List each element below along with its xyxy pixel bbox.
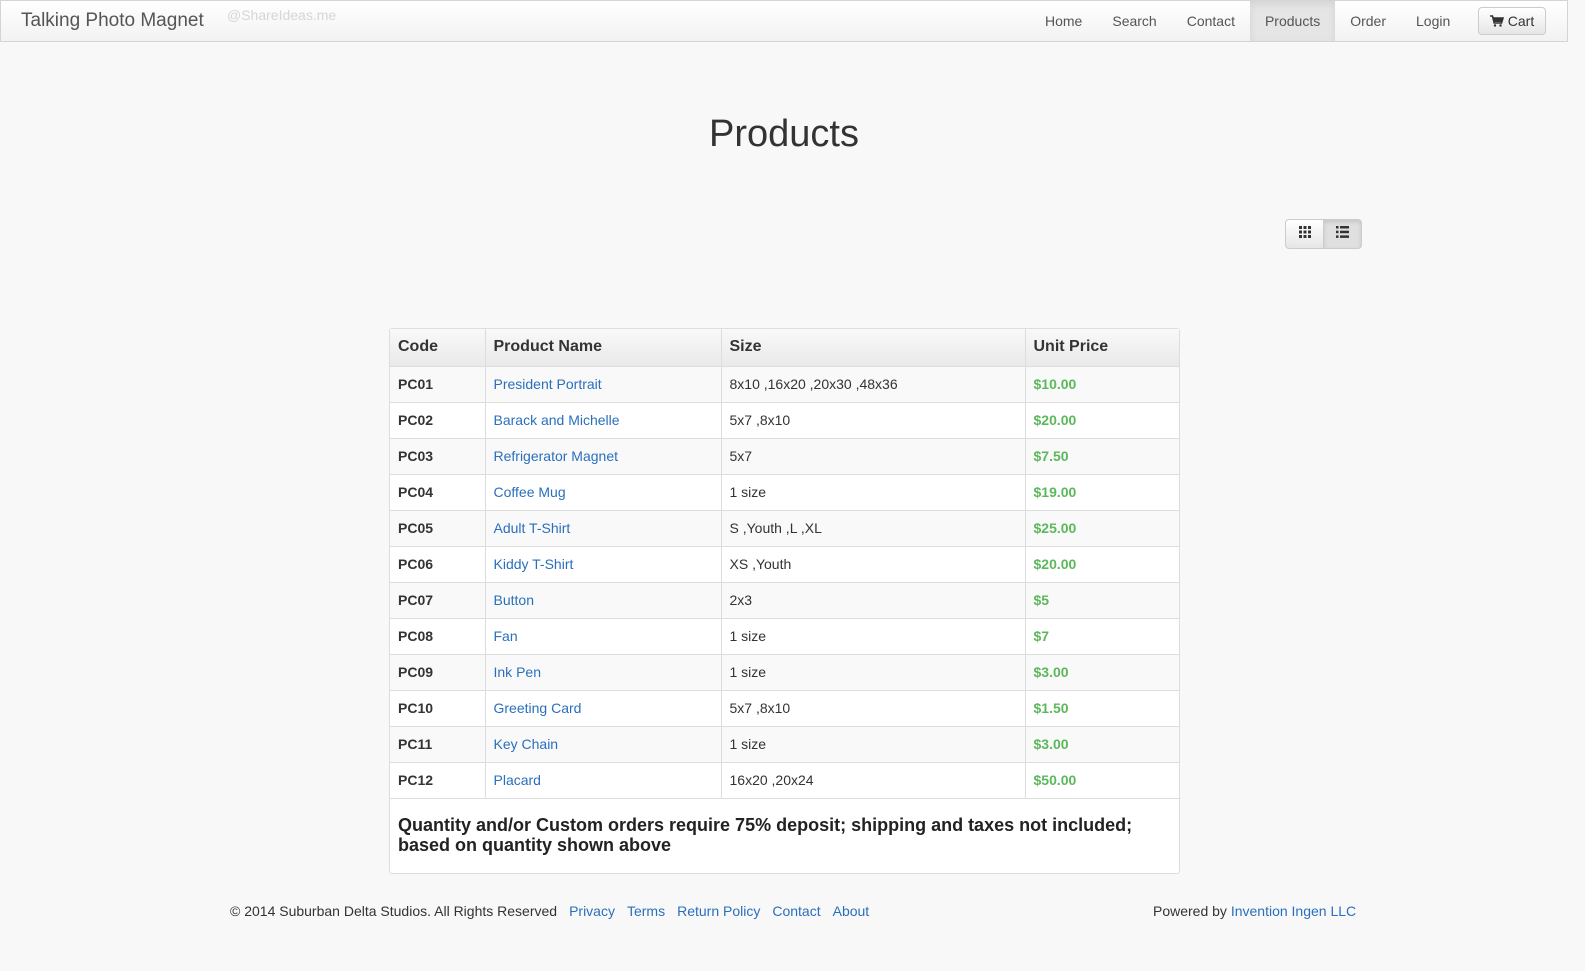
product-code: PC12 [390,761,486,798]
watermark-text: @ShareIdeas.me [227,7,337,23]
product-price: $7.50 [1025,437,1179,474]
table-row: PC06 Kiddy T-Shirt XS ,Youth $20.00 [390,545,1179,582]
product-code: PC11 [390,725,486,762]
nav-item-contact[interactable]: Contact [1172,1,1250,41]
nav-item-home[interactable]: Home [1030,1,1097,41]
list-view-icon [1336,225,1349,243]
product-size: 16x20 ,20x24 [721,761,1026,798]
column-header-product-name: Product Name [485,329,722,366]
column-header-unit-price: Unit Price [1025,329,1179,366]
product-name-link[interactable]: Refrigerator Magnet [485,437,722,474]
brand-title[interactable]: Talking Photo Magnet [21,10,204,32]
product-price: $50.00 [1025,761,1179,798]
powered-by-link[interactable]: Invention Ingen LLC [1231,903,1356,919]
product-name-link[interactable]: Greeting Card [485,689,722,726]
product-code: PC09 [390,653,486,690]
product-size: S ,Youth ,L ,XL [721,509,1026,546]
product-price: $19.00 [1025,473,1179,510]
nav-item-order[interactable]: Order [1335,1,1401,41]
powered-by: Powered by Invention Ingen LLC [1153,903,1356,919]
product-name-link[interactable]: Placard [485,761,722,798]
product-price: $3.00 [1025,725,1179,762]
grid-view-button[interactable] [1285,219,1324,249]
column-header-size: Size [721,329,1026,366]
product-size: 2x3 [721,581,1026,618]
product-name-link[interactable]: Key Chain [485,725,722,762]
main-nav: Home Search Contact Products Order Login [1030,1,1465,41]
nav-item-search[interactable]: Search [1097,1,1171,41]
table-row: PC09 Ink Pen 1 size $3.00 [390,653,1179,690]
product-code: PC02 [390,401,486,438]
product-price: $25.00 [1025,509,1179,546]
product-size: 5x7 ,8x10 [721,689,1026,726]
table-row: PC02 Barack and Michelle 5x7 ,8x10 $20.0… [390,401,1179,438]
footer-link-terms[interactable]: Terms [627,903,665,919]
product-size: 1 size [721,725,1026,762]
product-size: 1 size [721,617,1026,654]
product-code: PC06 [390,545,486,582]
nav-item-login[interactable]: Login [1401,1,1465,41]
product-price: $7 [1025,617,1179,654]
product-price: $20.00 [1025,401,1179,438]
product-name-link[interactable]: Coffee Mug [485,473,722,510]
product-price: $20.00 [1025,545,1179,582]
product-size: 8x10 ,16x20 ,20x30 ,48x36 [721,365,1026,402]
product-size: 1 size [721,473,1026,510]
table-row: PC01 President Portrait 8x10 ,16x20 ,20x… [390,365,1179,402]
product-price: $10.00 [1025,365,1179,402]
table-row: PC05 Adult T-Shirt S ,Youth ,L ,XL $25.0… [390,509,1179,546]
product-size: 5x7 [721,437,1026,474]
deposit-note: Quantity and/or Custom orders require 75… [390,798,1179,873]
shopping-cart-icon [1489,15,1504,27]
product-code: PC07 [390,581,486,618]
product-price: $3.00 [1025,653,1179,690]
table-row: PC07 Button 2x3 $5 [390,581,1179,618]
product-code: PC05 [390,509,486,546]
top-navbar: Talking Photo Magnet @ShareIdeas.me Home… [0,0,1568,42]
product-code: PC08 [390,617,486,654]
cart-label: Cart [1507,13,1535,29]
table-row: PC04 Coffee Mug 1 size $19.00 [390,473,1179,510]
product-name-link[interactable]: Adult T-Shirt [485,509,722,546]
table-row: PC03 Refrigerator Magnet 5x7 $7.50 [390,437,1179,474]
footer-links: © 2014 Suburban Delta Studios. All Right… [230,903,869,919]
product-size: XS ,Youth [721,545,1026,582]
footer-link-about[interactable]: About [833,903,870,919]
cart-button[interactable]: Cart [1478,7,1546,35]
product-name-link[interactable]: President Portrait [485,365,722,402]
nav-item-products[interactable]: Products [1249,1,1336,41]
product-price: $1.50 [1025,689,1179,726]
product-code: PC10 [390,689,486,726]
table-row: PC12 Placard 16x20 ,20x24 $50.00 [390,761,1179,798]
footer-link-privacy[interactable]: Privacy [569,903,615,919]
grid-view-icon [1298,225,1311,243]
product-size: 1 size [721,653,1026,690]
product-code: PC03 [390,437,486,474]
page-title: Products [709,113,859,155]
table-row: PC10 Greeting Card 5x7 ,8x10 $1.50 [390,689,1179,726]
table-row: PC08 Fan 1 size $7 [390,617,1179,654]
view-toggle [1285,219,1362,249]
products-table: Code Product Name Size Unit Price PC01 P… [389,328,1180,874]
copyright-text: © 2014 Suburban Delta Studios. All Right… [230,903,558,919]
product-name-link[interactable]: Barack and Michelle [485,401,722,438]
footer-link-return-policy[interactable]: Return Policy [677,903,760,919]
table-row: PC11 Key Chain 1 size $3.00 [390,725,1179,762]
footer-link-contact[interactable]: Contact [772,903,820,919]
product-price: $5 [1025,581,1179,618]
powered-by-label: Powered by [1153,903,1227,919]
column-header-code: Code [390,329,486,366]
product-name-link[interactable]: Ink Pen [485,653,722,690]
product-size: 5x7 ,8x10 [721,401,1026,438]
list-view-button[interactable] [1323,219,1362,249]
product-name-link[interactable]: Fan [485,617,722,654]
table-header-row: Code Product Name Size Unit Price [390,329,1179,366]
product-name-link[interactable]: Button [485,581,722,618]
product-code: PC01 [390,365,486,402]
product-name-link[interactable]: Kiddy T-Shirt [485,545,722,582]
product-code: PC04 [390,473,486,510]
